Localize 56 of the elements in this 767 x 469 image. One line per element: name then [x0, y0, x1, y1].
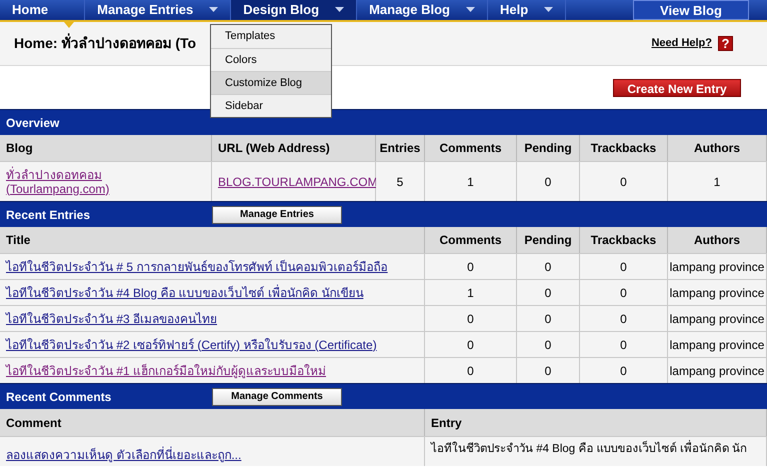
dropdown-menu-item[interactable]: Customize Blog	[211, 71, 331, 94]
help-icon[interactable]: ?	[718, 36, 733, 51]
column-header: Authors	[668, 135, 767, 161]
table-cell: 1	[668, 161, 767, 201]
column-header: URL (Web Address)	[212, 135, 376, 161]
table-cell: 1	[425, 161, 517, 201]
table-cell: lampang province	[668, 279, 767, 305]
column-header: Authors	[668, 227, 767, 253]
page-title: Home: ทั่วลำปางดอทคอม (To	[14, 33, 196, 53]
dropdown-menu-item[interactable]: Sidebar	[211, 94, 331, 117]
nav-menu-item[interactable]: Design Blog	[231, 0, 358, 20]
nav-menu-item[interactable]: Help	[488, 0, 566, 20]
column-header: Entries	[376, 135, 425, 161]
column-header: Blog	[0, 135, 212, 161]
table-cell: 0	[580, 279, 668, 305]
column-header: Pending	[517, 227, 580, 253]
table-cell: 0	[425, 305, 517, 331]
table-cell: 0	[580, 253, 668, 279]
column-header: Entry	[425, 409, 767, 436]
table-cell: 0	[580, 161, 668, 201]
need-help-link[interactable]: Need Help?	[651, 35, 712, 52]
table-cell: 0	[517, 161, 580, 201]
table-cell: 0	[517, 279, 580, 305]
table-cell: lampang province	[668, 253, 767, 279]
table-cell: 0	[580, 331, 668, 357]
section-title: Overview	[5, 114, 60, 132]
table-cell: 0	[580, 305, 668, 331]
column-header: Comment	[0, 409, 425, 436]
table-cell: 0	[517, 357, 580, 383]
table-cell: lampang province	[668, 305, 767, 331]
create-new-entry-button[interactable]: Create New Entry	[613, 78, 741, 96]
table-cell: 0	[517, 305, 580, 331]
column-header: Trackbacks	[580, 227, 668, 253]
view-blog-button[interactable]: View Blog	[633, 0, 749, 20]
column-header: Title	[0, 227, 425, 253]
manage-button[interactable]: Manage Entries	[212, 206, 342, 224]
table-cell: 0	[425, 331, 517, 357]
table-cell: 0	[517, 253, 580, 279]
table-cell: 0	[517, 331, 580, 357]
table-cell: lampang province	[668, 357, 767, 383]
manage-button[interactable]: Manage Comments	[212, 388, 342, 406]
table-cell: lampang province	[668, 331, 767, 357]
dropdown-menu-item[interactable]: Templates	[211, 25, 331, 48]
column-header: Pending	[517, 135, 580, 161]
table-cell: 0	[580, 357, 668, 383]
section-title: Recent Entries	[5, 206, 92, 224]
table-cell: 1	[425, 279, 517, 305]
entry-text: ไอทีในชีวิตประจำวัน #4 Blog คือ แบบของเว็บไซต์ เพื่อนักคิด นัก	[431, 441, 747, 458]
table-cell: 0	[425, 357, 517, 383]
nav-menu-item[interactable]: Manage Blog	[357, 0, 488, 20]
column-header: Comments	[425, 227, 517, 253]
table-cell: 0	[425, 253, 517, 279]
table-cell: 5	[376, 161, 425, 201]
column-header: Comments	[425, 135, 517, 161]
section-title: Recent Comments	[5, 388, 112, 406]
column-header: Trackbacks	[580, 135, 668, 161]
